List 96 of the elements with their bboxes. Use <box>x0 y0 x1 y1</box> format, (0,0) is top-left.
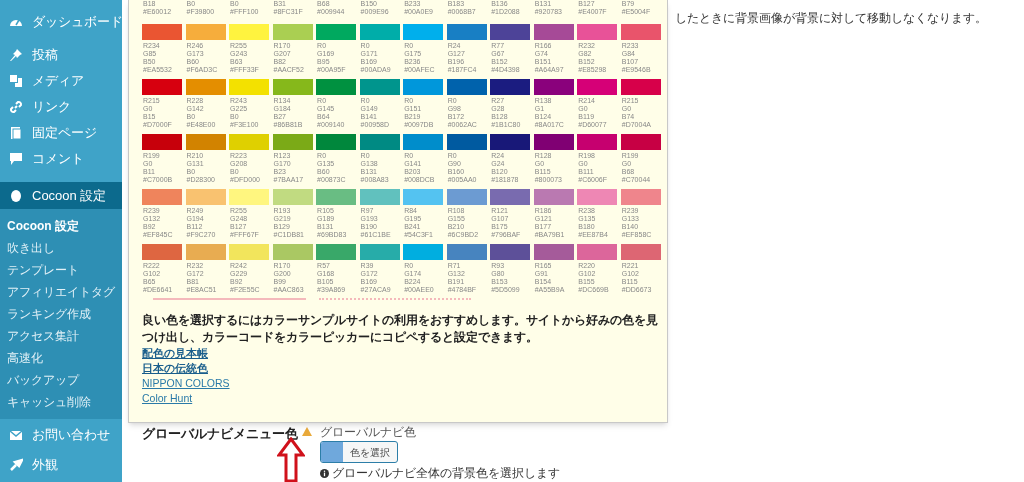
link-icon <box>9 100 23 114</box>
info-icon <box>320 469 329 478</box>
color-swatch[interactable] <box>620 79 661 95</box>
submenu-item[interactable]: バックアップ <box>0 369 122 391</box>
color-swatch[interactable] <box>142 79 183 95</box>
sidebar-item[interactable]: お問い合わせ <box>0 425 122 445</box>
submenu-item[interactable]: 吹き出し <box>0 237 122 259</box>
sidebar-item[interactable]: 外観 <box>0 455 122 475</box>
submenu-item[interactable]: ランキング作成 <box>0 303 122 325</box>
color-swatch[interactable] <box>446 134 487 150</box>
color-swatch[interactable] <box>272 134 313 150</box>
color-swatch[interactable] <box>229 24 270 40</box>
link[interactable]: 日本の伝統色 <box>142 361 208 376</box>
submenu-item[interactable]: アフィリエイトタグ <box>0 281 122 303</box>
color-swatch[interactable] <box>272 79 313 95</box>
color-swatch[interactable] <box>229 79 270 95</box>
help-text: グローバルナビ全体の背景色を選択します <box>332 467 560 480</box>
pages-icon <box>9 126 23 140</box>
submenu-item[interactable]: テンプレート <box>0 259 122 281</box>
envelope-icon <box>9 428 23 442</box>
advice-text: 良い色を選択するにはカラーサンプルサイトの利用をおすすめします。サイトから好みの色を見つけ出し、カラーコードをカラーピッカーにコピペすると設定できます。 <box>142 312 659 346</box>
color-swatch[interactable] <box>229 189 270 205</box>
field-label: グローバルナビ色 <box>320 425 416 439</box>
link[interactable]: NIPPON COLORS <box>142 376 230 391</box>
color-swatch[interactable] <box>185 244 226 260</box>
color-picker-button[interactable]: 色を選択 <box>320 441 398 463</box>
color-swatch[interactable] <box>533 244 574 260</box>
color-swatch[interactable] <box>533 189 574 205</box>
color-swatch[interactable] <box>142 189 183 205</box>
color-swatch[interactable] <box>620 244 661 260</box>
color-swatch[interactable] <box>359 189 400 205</box>
submenu-item[interactable]: Cocoon 設定 <box>0 215 122 237</box>
color-swatch[interactable] <box>490 189 531 205</box>
submenu-item[interactable]: 高速化 <box>0 347 122 369</box>
color-swatch[interactable] <box>533 79 574 95</box>
color-swatch[interactable] <box>272 24 313 40</box>
color-swatch[interactable] <box>185 79 226 95</box>
color-swatch[interactable] <box>446 24 487 40</box>
color-swatch[interactable] <box>577 244 618 260</box>
pin-icon <box>9 48 23 62</box>
color-swatch[interactable] <box>229 134 270 150</box>
color-swatch[interactable] <box>316 134 357 150</box>
color-swatch[interactable] <box>446 244 487 260</box>
color-swatch[interactable] <box>185 189 226 205</box>
description-text: したときに背景画像が背景に対して移動しなくなります。 <box>675 12 987 24</box>
warning-icon <box>302 427 312 436</box>
color-swatch[interactable] <box>403 189 444 205</box>
color-swatch[interactable] <box>490 244 531 260</box>
color-swatch[interactable] <box>359 24 400 40</box>
color-swatch[interactable] <box>316 244 357 260</box>
sidebar-item[interactable]: 投稿 <box>0 45 122 65</box>
color-swatch[interactable] <box>142 134 183 150</box>
color-swatch[interactable] <box>185 134 226 150</box>
color-swatch[interactable] <box>403 24 444 40</box>
color-swatch[interactable] <box>403 79 444 95</box>
media-icon <box>9 74 23 88</box>
sidebar-item[interactable]: ダッシュボード <box>0 12 122 32</box>
color-swatch[interactable] <box>446 79 487 95</box>
submenu-item[interactable]: キャッシュ削除 <box>0 391 122 413</box>
color-swatch[interactable] <box>533 24 574 40</box>
color-swatch[interactable] <box>446 189 487 205</box>
color-swatch[interactable] <box>359 244 400 260</box>
color-swatch[interactable] <box>316 189 357 205</box>
color-swatch[interactable] <box>490 24 531 40</box>
color-swatch[interactable] <box>272 244 313 260</box>
color-swatch[interactable] <box>620 24 661 40</box>
color-swatch[interactable] <box>490 134 531 150</box>
color-swatch[interactable] <box>142 244 183 260</box>
color-swatch[interactable] <box>533 134 574 150</box>
sidebar-item[interactable]: リンク <box>0 97 122 117</box>
color-swatch[interactable] <box>620 189 661 205</box>
color-swatch[interactable] <box>577 134 618 150</box>
link[interactable]: 配色の見本帳 <box>142 346 208 361</box>
color-swatch[interactable] <box>403 244 444 260</box>
sidebar-item[interactable]: コメント <box>0 149 122 169</box>
sidebar-item[interactable]: メディア <box>0 71 122 91</box>
color-swatch[interactable] <box>359 134 400 150</box>
sidebar-item[interactable]: 固定ページ <box>0 123 122 143</box>
color-swatch[interactable] <box>229 244 270 260</box>
color-swatch[interactable] <box>577 24 618 40</box>
color-swatch[interactable] <box>316 79 357 95</box>
color-swatch[interactable] <box>185 24 226 40</box>
comment-icon <box>9 152 23 166</box>
egg-icon <box>9 188 23 203</box>
color-swatch[interactable] <box>620 134 661 150</box>
color-swatch[interactable] <box>403 134 444 150</box>
color-swatch[interactable] <box>359 79 400 95</box>
color-swatch[interactable] <box>577 79 618 95</box>
color-swatch[interactable] <box>142 24 183 40</box>
color-swatch[interactable] <box>490 79 531 95</box>
submenu-item[interactable]: アクセス集計 <box>0 325 122 347</box>
sidebar-item[interactable]: Cocoon 設定 <box>0 182 122 209</box>
color-swatch[interactable] <box>577 189 618 205</box>
color-swatch[interactable] <box>316 24 357 40</box>
link[interactable]: Color Hunt <box>142 391 193 406</box>
color-swatch[interactable] <box>272 189 313 205</box>
